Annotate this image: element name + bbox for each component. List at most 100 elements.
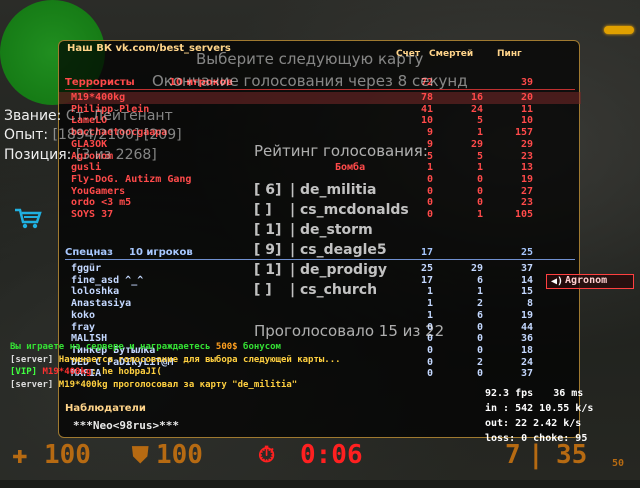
chat-text: Вы играете на сервере: [10, 342, 124, 352]
cell-ping: 15: [520, 286, 533, 298]
chat-name: M19*400kg: [42, 367, 92, 377]
rank-pos-value: [3 из 2268]: [75, 147, 157, 163]
health-value: 100: [44, 440, 91, 470]
chat-tag: [server]: [10, 380, 54, 390]
health-icon: ✚: [12, 440, 28, 470]
scoreboard-row-ct: Anastasiya 1 2 8: [59, 298, 581, 310]
cell-deaths: 5: [476, 150, 483, 162]
vote-voted: Проголосовало 15 из 22: [254, 322, 445, 340]
cell-ping: 37: [520, 368, 533, 380]
fps-value: 92.3 fps: [485, 388, 534, 399]
speaker-name: Agronom: [565, 275, 608, 286]
netgraph-out: out: 22 2.42 k/s: [485, 418, 582, 429]
chat-line-2: [server] Начинается голосование для выбо…: [10, 355, 341, 365]
cell-ping: 20: [520, 92, 533, 103]
cell-deaths: 0: [476, 344, 483, 356]
cell-score: 78: [420, 92, 433, 103]
cell-score: 1: [426, 162, 433, 174]
chat-text: и награждаетесь: [129, 342, 211, 352]
chat-text: : he hobpaJI(: [91, 367, 162, 377]
cell-score: 0: [426, 197, 433, 209]
cell-deaths: 0: [476, 368, 483, 380]
cell-ping: 44: [520, 321, 533, 333]
cell-ping: 29: [520, 138, 533, 150]
ms-value: 36 ms: [553, 388, 584, 399]
vote-option-map[interactable]: de_storm: [300, 222, 373, 238]
cell-deaths: 0: [476, 333, 483, 345]
cell-name: SOYS 37: [71, 209, 114, 220]
cell-score: 41: [420, 103, 433, 115]
cell-name: koko: [71, 309, 96, 321]
vote-option-count: [ 9]: [254, 242, 282, 258]
vote-option-count: [ ]: [254, 282, 272, 298]
vote-countdown: Окончание голосования через 8 секунд: [152, 72, 468, 90]
cell-score: 10: [420, 115, 433, 127]
cell-name: fray: [71, 321, 96, 333]
cell-score: 0: [426, 173, 433, 185]
rank-pos-label: Позиция:: [4, 147, 72, 163]
vote-option-divider: |: [290, 282, 296, 298]
vote-option-map[interactable]: de_militia: [300, 182, 376, 198]
rank-exp-label: Опыт:: [4, 127, 49, 143]
cell-name: M19*400kg: [71, 92, 126, 103]
ammo-reserve: 35: [556, 440, 588, 470]
cell-deaths: 0: [476, 321, 483, 333]
cell-ping: 19: [520, 309, 533, 321]
team-divider-ct: [65, 259, 575, 260]
weapon-slot-icon: [604, 26, 634, 34]
cell-name: YouGamers: [71, 185, 126, 197]
cell-name: Fly-DoG. Autizm Gang: [71, 173, 192, 185]
chat-text: Начинается голосование для выбора следую…: [58, 355, 341, 365]
cell-deaths: 5: [476, 115, 483, 127]
team-count: 10 игроков: [129, 247, 193, 258]
round-timer: 0:06: [300, 440, 363, 470]
cell-tag: Бомба: [335, 162, 366, 174]
cell-deaths: 1: [476, 286, 483, 298]
netgraph-fps: 92.3 fps 36 ms: [485, 388, 583, 399]
scoreboard-row-ct: koko 1 6 19: [59, 310, 581, 322]
vote-option-map[interactable]: cs_deagle5: [300, 242, 387, 258]
cell-name: ordo <3 m5: [71, 197, 132, 209]
cell-score: 0: [426, 356, 433, 368]
cell-ping: 23: [520, 197, 533, 209]
scoreboard-row-t: gusli Бомба 1 1 13: [59, 162, 581, 174]
shopping-cart-icon[interactable]: [14, 208, 42, 230]
cell-ping: 19: [520, 173, 533, 185]
cell-ping: 11: [520, 103, 533, 115]
cell-score: 1: [426, 309, 433, 321]
scoreboard: Наш ВК vk.com/best_servers Счет Смертей …: [58, 40, 581, 438]
cell-score: 0: [426, 209, 433, 220]
cell-ping: 36: [520, 333, 533, 345]
cell-ping: 18: [520, 344, 533, 356]
vote-option-divider: |: [290, 202, 296, 218]
netgraph-in: in : 542 10.55 k/s: [485, 403, 594, 414]
header-deaths: Смертей: [429, 49, 474, 59]
cell-deaths: 6: [476, 309, 483, 321]
team-ping: 39: [520, 77, 533, 88]
cell-score: 0: [426, 368, 433, 380]
vote-option-map[interactable]: cs_mcdonalds: [300, 202, 409, 218]
cell-name: loloshka: [71, 286, 120, 298]
rank-exp-value: [1894/2100] [209]: [52, 127, 182, 143]
vote-option-divider: |: [290, 242, 296, 258]
vote-option-count: [ 1]: [254, 222, 282, 238]
cell-deaths: 29: [470, 138, 483, 150]
cell-deaths: 0: [476, 173, 483, 185]
cell-deaths: 0: [476, 185, 483, 197]
cell-name: fggür: [71, 263, 102, 274]
ammo-small: 50: [612, 458, 625, 469]
vote-option-count: [ ]: [254, 202, 272, 218]
vote-option-map[interactable]: cs_church: [300, 282, 377, 298]
cell-deaths: 6: [476, 274, 483, 286]
team-name: Спецназ: [65, 247, 113, 258]
cell-ping: 105: [514, 209, 533, 220]
scoreboard-row-t: M19*400kg 78 16 20: [59, 92, 581, 104]
cell-ping: 27: [520, 185, 533, 197]
cell-score: 0: [426, 185, 433, 197]
timer-icon: ⏱: [258, 443, 276, 468]
vote-option-map[interactable]: de_prodigy: [300, 262, 387, 278]
chat-text: бонусом: [243, 342, 281, 352]
cell-name: gusli: [71, 162, 102, 174]
armor-icon: ⛊: [132, 443, 149, 468]
cell-deaths: 1: [476, 162, 483, 174]
